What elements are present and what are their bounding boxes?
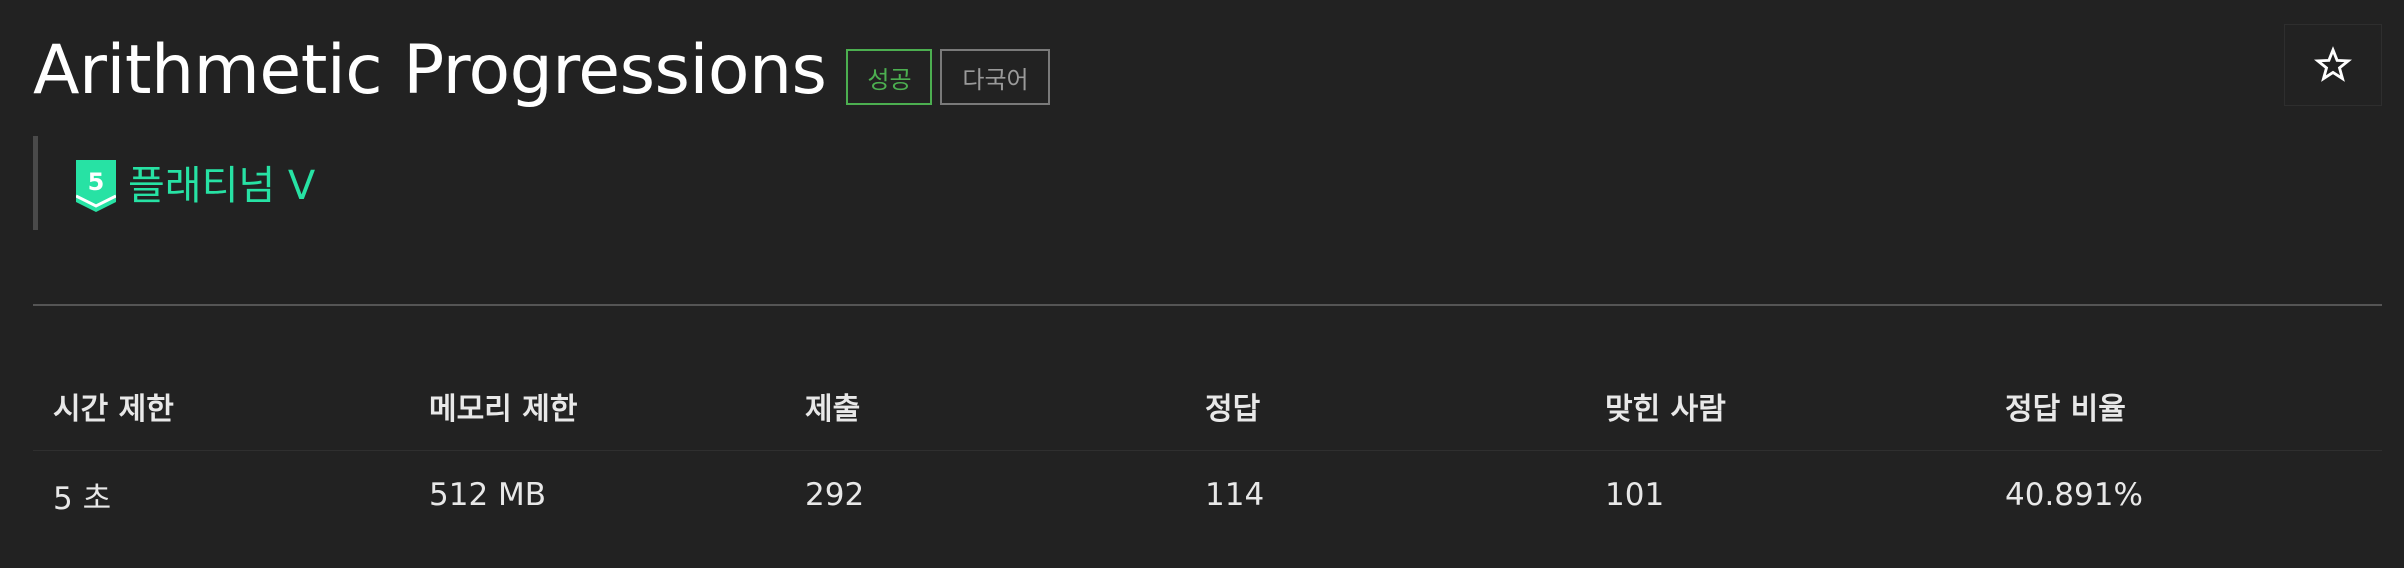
tier-badge-icon: 5 [76, 160, 116, 212]
value-submissions[interactable]: 292 [805, 477, 864, 513]
tier-level: 5 [88, 168, 105, 196]
header-solved-users: 맞힌 사람 [1605, 392, 1726, 427]
tier-name[interactable]: 플래티넘 V [128, 166, 315, 206]
header-memory-limit: 메모리 제한 [429, 392, 578, 427]
header-accept-ratio: 정답 비율 [2005, 392, 2126, 427]
multilang-tag[interactable]: 다국어 [940, 49, 1051, 105]
header-accepted: 정답 [1205, 392, 1261, 427]
value-solved-users[interactable]: 101 [1605, 477, 1664, 513]
problem-page: Arithmetic Progressions 성공 다국어 5 플래티넘 V … [0, 0, 2404, 568]
stats-table: 시간 제한 메모리 제한 제출 정답 맞힌 사람 정답 비율 5 초 512 M… [33, 354, 2382, 539]
header-submissions: 제출 [805, 392, 861, 427]
value-time-limit: 5 초 [53, 480, 112, 517]
stats-value-row: 5 초 512 MB 292 114 101 40.891% [33, 451, 2382, 539]
favorite-button[interactable] [2284, 24, 2382, 106]
value-accept-ratio: 40.891% [2005, 477, 2143, 513]
value-accepted[interactable]: 114 [1205, 477, 1264, 513]
problem-title: Arithmetic Progressions [33, 31, 827, 110]
title-row: Arithmetic Progressions 성공 다국어 [33, 28, 1058, 114]
stats-header-row: 시간 제한 메모리 제한 제출 정답 맞힌 사람 정답 비율 [33, 362, 2382, 451]
value-memory-limit: 512 MB [429, 477, 547, 513]
success-tag[interactable]: 성공 [846, 49, 933, 105]
star-icon [2314, 46, 2352, 82]
tier-section: 5 플래티넘 V [33, 136, 633, 230]
header-time-limit: 시간 제한 [53, 392, 174, 427]
section-divider [33, 304, 2382, 306]
